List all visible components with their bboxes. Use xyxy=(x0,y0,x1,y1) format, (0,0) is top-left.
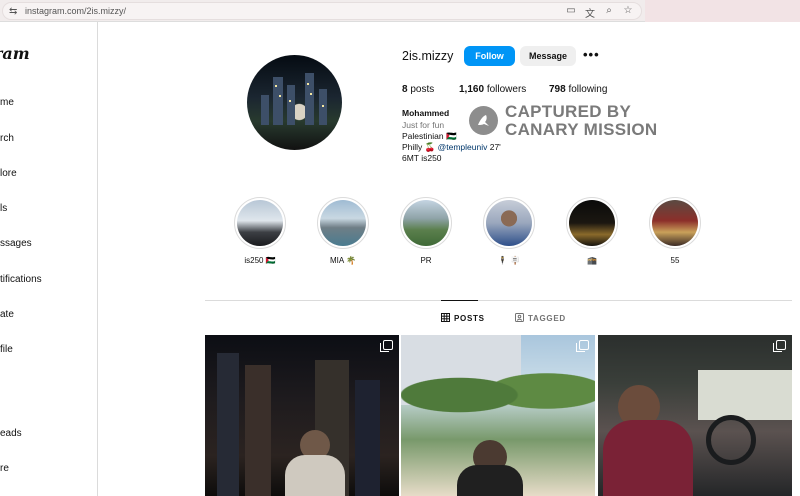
story-highlight[interactable] xyxy=(483,197,535,249)
multiple-photos-icon xyxy=(773,340,786,352)
bio-line: 6MT is250 xyxy=(402,153,442,163)
tab-tagged[interactable]: TAGGED xyxy=(515,313,566,324)
canary-mission-watermark-icon xyxy=(469,106,498,135)
tab-active-indicator xyxy=(441,300,478,301)
posts-count-stat: 8 posts xyxy=(402,84,434,95)
bio-category: Just for fun xyxy=(402,120,445,130)
sidebar-item-explore[interactable]: lore xyxy=(0,168,17,179)
sidebar-item-notifications[interactable]: tifications xyxy=(0,274,42,285)
message-button[interactable]: Message xyxy=(520,46,576,66)
sidebar-item-home[interactable]: me xyxy=(0,97,14,108)
story-highlight-label: MIA 🌴 xyxy=(330,256,356,265)
story-highlight-label: 55 xyxy=(670,256,680,265)
sidebar-item-create[interactable]: ate xyxy=(0,309,14,320)
sidebar: ram me rch lore ls ssages tifications at… xyxy=(0,22,98,496)
zoom-icon[interactable]: ⌕ xyxy=(604,5,614,20)
watermark-text: CAPTURED BY xyxy=(505,102,632,121)
story-highlight[interactable] xyxy=(649,197,701,249)
bio-text: Philly 🍒 xyxy=(402,142,438,152)
story-highlight[interactable] xyxy=(566,197,618,249)
translate-icon[interactable]: 文 xyxy=(585,5,595,20)
bio-text: 27' xyxy=(487,142,501,152)
address-bar[interactable]: ⇆ instagram.com/2is.mizzy/ ▭ 文 ⌕ ☆ xyxy=(2,2,642,20)
url-text: instagram.com/2is.mizzy/ xyxy=(25,6,127,16)
more-options-icon[interactable]: ••• xyxy=(583,47,600,62)
followers-stat[interactable]: 1,160 followers xyxy=(459,84,526,95)
bio-line: Palestinian 🇵🇸 xyxy=(402,131,457,141)
browser-toolbar: ⇆ instagram.com/2is.mizzy/ ▭ 文 ⌕ ☆ xyxy=(0,0,800,22)
grid-icon xyxy=(441,313,450,324)
sidebar-item-profile[interactable]: file xyxy=(0,344,13,355)
watermark-text: CANARY MISSION xyxy=(505,120,658,139)
toolbar-right-area xyxy=(645,0,800,22)
sidebar-item-reels[interactable]: ls xyxy=(0,203,7,214)
tagged-icon xyxy=(515,313,524,324)
sidebar-item-search[interactable]: rch xyxy=(0,133,14,144)
follow-button[interactable]: Follow xyxy=(464,46,515,66)
followers-label: followers xyxy=(486,84,527,95)
profile-username: 2is.mizzy xyxy=(402,49,454,63)
sidebar-item-messages[interactable]: ssages xyxy=(0,238,32,249)
tabs-divider xyxy=(205,300,792,301)
tab-posts-label: POSTS xyxy=(454,314,485,323)
bio-line: Philly 🍒 @templeuniv 27' xyxy=(402,142,501,153)
story-highlight-label: 🕋 xyxy=(587,256,597,265)
bio-mention-link[interactable]: @templeuniv xyxy=(438,142,488,152)
bookmark-star-icon[interactable]: ☆ xyxy=(623,5,633,20)
story-highlight[interactable] xyxy=(234,197,286,249)
multiple-photos-icon xyxy=(576,340,589,352)
sidebar-item-threads[interactable]: eads xyxy=(0,428,22,439)
following-count: 798 xyxy=(549,84,566,95)
tab-posts[interactable]: POSTS xyxy=(441,313,485,324)
posts-count: 8 xyxy=(402,84,408,95)
profile-avatar[interactable] xyxy=(247,55,342,150)
story-highlight[interactable] xyxy=(400,197,452,249)
site-settings-icon[interactable]: ⇆ xyxy=(9,6,17,17)
following-label: following xyxy=(568,84,608,95)
multiple-photos-icon xyxy=(380,340,393,352)
story-highlight-label: is250 🇵🇸 xyxy=(244,256,276,265)
post-thumbnail[interactable] xyxy=(598,335,792,496)
post-thumbnail[interactable] xyxy=(401,335,595,496)
tab-tagged-label: TAGGED xyxy=(528,314,566,323)
cast-icon[interactable]: ▭ xyxy=(566,5,576,20)
following-stat[interactable]: 798 following xyxy=(549,84,607,95)
story-highlight[interactable] xyxy=(317,197,369,249)
sidebar-item-more[interactable]: re xyxy=(0,463,9,474)
story-highlight-label: 🕴 🪧 xyxy=(497,256,521,265)
bio-name: Mohammed xyxy=(402,108,450,118)
followers-count: 1,160 xyxy=(459,84,485,95)
story-highlight-label: PR xyxy=(420,256,432,265)
posts-label: posts xyxy=(410,84,435,95)
post-thumbnail[interactable] xyxy=(205,335,399,496)
instagram-logo[interactable]: ram xyxy=(0,44,30,63)
